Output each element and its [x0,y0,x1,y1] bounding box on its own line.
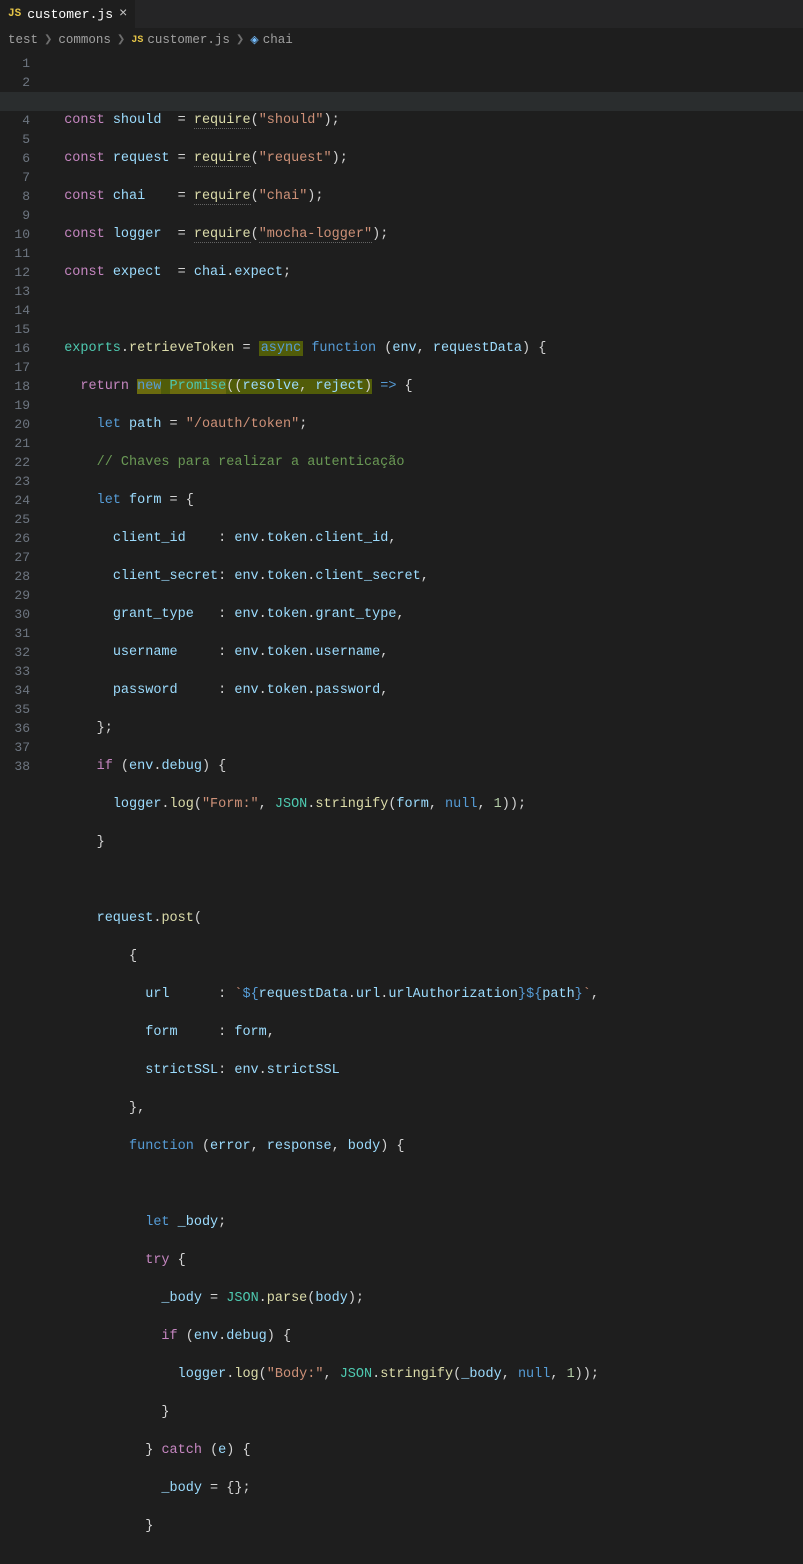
code-line: if (env.debug) { [48,757,803,776]
code-line: // Chaves para realizar a autenticação [48,453,803,472]
line-number: 11 [0,244,30,263]
code-line: form : form, [48,1023,803,1042]
code-line: exports.retrieveToken = async function (… [48,339,803,358]
code-line [48,1175,803,1194]
code-line: const chai = require("chai"); [48,187,803,206]
line-number: 30 [0,605,30,624]
code-line: } [48,1403,803,1422]
line-number: 9 [0,206,30,225]
line-number: 33 [0,662,30,681]
line-number: 15 [0,320,30,339]
line-number: 19 [0,396,30,415]
line-number: 27 [0,548,30,567]
breadcrumb-item[interactable]: test [8,33,38,47]
chevron-right-icon: ❯ [44,34,52,46]
code-line: strictSSL: env.strictSSL [48,1061,803,1080]
code-line: }; [48,719,803,738]
line-number: 31 [0,624,30,643]
line-number-gutter: 1 2 3 4 5 6 7 8 9 10 11 12 13 14 15 16 1… [0,52,48,782]
breadcrumb-item[interactable]: commons [58,33,111,47]
code-line: logger.log("Body:", JSON.stringify(_body… [48,1365,803,1384]
breadcrumb-symbol[interactable]: ◈ chai [250,33,292,47]
code-line: request.post( [48,909,803,928]
line-number: 22 [0,453,30,472]
close-icon[interactable]: × [119,6,127,22]
line-number: 25 [0,510,30,529]
code-line: password : env.token.password, [48,681,803,700]
code-line: const request = require("request"); [48,149,803,168]
line-number: 6 [0,149,30,168]
code-line: try { [48,1251,803,1270]
code-line: url : `${requestData.url.urlAuthorizatio… [48,985,803,1004]
line-number: 13 [0,282,30,301]
line-number: 16 [0,339,30,358]
code-line: username : env.token.username, [48,643,803,662]
breadcrumb-file[interactable]: JS customer.js [131,33,230,47]
line-number: 37 [0,738,30,757]
code-line: client_id : env.token.client_id, [48,529,803,548]
line-number: 26 [0,529,30,548]
code-line: return new Promise((resolve, reject) => … [48,377,803,396]
line-number: 2 [0,73,30,92]
code-line: }, [48,1099,803,1118]
line-number: 12 [0,263,30,282]
code-editor[interactable]: 1 2 3 4 5 6 7 8 9 10 11 12 13 14 15 16 1… [0,52,803,782]
line-number: 35 [0,700,30,719]
tabs-bar: JS customer.js × [0,0,803,28]
line-number: 23 [0,472,30,491]
breadcrumb-filename: customer.js [147,33,230,47]
line-number: 36 [0,719,30,738]
variable-icon: ◈ [250,33,258,47]
code-line: logger.log("Form:", JSON.stringify(form,… [48,795,803,814]
code-line: const logger = require("mocha-logger"); [48,225,803,244]
line-number: 5 [0,130,30,149]
code-line: let path = "/oauth/token"; [48,415,803,434]
code-line: const should = require("should"); [48,111,803,130]
line-number: 1 [0,54,30,73]
line-number: 38 [0,757,30,776]
breadcrumb-symbol-name: chai [263,33,293,47]
line-number: 28 [0,567,30,586]
code-line: function (error, response, body) { [48,1137,803,1156]
code-line [48,871,803,890]
line-number: 32 [0,643,30,662]
code-line: grant_type : env.token.grant_type, [48,605,803,624]
code-line: _body = {}; [48,1479,803,1498]
code-line: let form = { [48,491,803,510]
js-file-icon: JS [8,8,21,20]
line-number: 14 [0,301,30,320]
line-number: 18 [0,377,30,396]
line-number: 20 [0,415,30,434]
chevron-right-icon: ❯ [117,34,125,46]
js-file-icon: JS [131,35,143,46]
line-number: 17 [0,358,30,377]
tab-filename: customer.js [27,7,113,22]
line-number: 24 [0,491,30,510]
code-line: if (env.debug) { [48,1327,803,1346]
code-line [48,301,803,320]
code-line: client_secret: env.token.client_secret, [48,567,803,586]
code-line: const expect = chai.expect; [48,263,803,282]
line-number: 8 [0,187,30,206]
chevron-right-icon: ❯ [236,34,244,46]
code-line: _body = JSON.parse(body); [48,1289,803,1308]
line-number: 34 [0,681,30,700]
code-line: } catch (e) { [48,1441,803,1460]
active-line-highlight [0,92,803,111]
line-number: 7 [0,168,30,187]
tab-customer-js[interactable]: JS customer.js × [0,0,136,28]
line-number: 10 [0,225,30,244]
code-line: { [48,947,803,966]
code-line: } [48,1517,803,1536]
breadcrumb: test ❯ commons ❯ JS customer.js ❯ ◈ chai [0,28,803,52]
code-area[interactable]: const should = require("should"); const … [48,52,803,782]
line-number: 4 [0,111,30,130]
code-line: let _body; [48,1213,803,1232]
line-number: 29 [0,586,30,605]
line-number: 21 [0,434,30,453]
code-line: } [48,833,803,852]
